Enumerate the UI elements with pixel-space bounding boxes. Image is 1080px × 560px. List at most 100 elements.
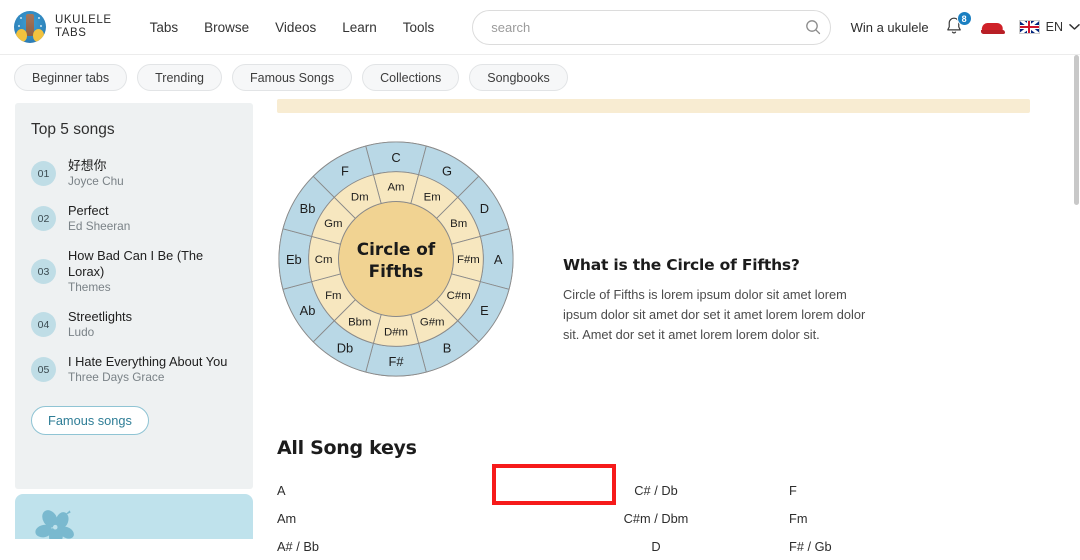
language-selector[interactable]: EN — [1018, 20, 1080, 34]
info-body: Circle of Fifths is lorem ipsum dolor si… — [563, 287, 866, 342]
cof-major-key[interactable]: G — [442, 164, 452, 179]
circle-of-fifths-info: What is the Circle of Fifths? Circle of … — [563, 256, 883, 345]
cof-minor-key[interactable]: Cm — [315, 254, 333, 266]
song-rank: 02 — [31, 206, 56, 231]
list-item[interactable]: 03 How Bad Can I Be (The Lorax) Themes — [15, 241, 253, 302]
notifications-button[interactable]: 8 — [943, 11, 972, 39]
cof-major-key[interactable]: Ab — [300, 303, 316, 318]
key-cell[interactable]: A# / Bb — [277, 539, 529, 554]
cof-center-line-1: Circle of — [357, 239, 436, 259]
scrollbar-thumb[interactable] — [1074, 55, 1079, 205]
key-cell[interactable]: Am — [277, 511, 529, 526]
category-chips: Beginner tabs Trending Famous Songs Coll… — [14, 64, 568, 91]
hibiscus-flower-icon — [35, 510, 74, 539]
site-header: UKULELE TABS Tabs Browse Videos Learn To… — [0, 0, 1080, 55]
search-bar[interactable] — [472, 9, 831, 45]
key-cell[interactable]: F — [783, 483, 1037, 498]
list-item[interactable]: 04 Streetlights Ludo — [15, 302, 253, 347]
promo-banner — [277, 99, 1030, 113]
chevron-down-icon — [1069, 24, 1080, 30]
search-icon[interactable] — [796, 19, 830, 35]
nav-item-videos[interactable]: Videos — [275, 20, 316, 35]
list-item[interactable]: 05 I Hate Everything About You Three Day… — [15, 347, 253, 392]
logo-line-1: UKULELE — [55, 14, 112, 26]
ukulele-logo-icon — [14, 11, 46, 43]
chip-trending[interactable]: Trending — [137, 64, 223, 91]
nav-item-tabs[interactable]: Tabs — [150, 20, 179, 35]
cof-minor-key[interactable]: Bm — [450, 218, 467, 230]
cof-major-key[interactable]: B — [443, 340, 452, 355]
nav-item-browse[interactable]: Browse — [204, 20, 249, 35]
all-song-keys-title: All Song keys — [277, 437, 417, 459]
cof-major-key[interactable]: Bb — [300, 201, 316, 216]
promo-card[interactable] — [15, 494, 253, 539]
song-title: I Hate Everything About You — [68, 354, 228, 369]
cof-minor-key[interactable]: Fm — [325, 290, 341, 302]
song-artist: Ed Sheeran — [68, 219, 131, 233]
cof-major-key[interactable]: A — [494, 252, 503, 267]
circle-of-fifths-diagram: C Am G Em D Bm A F#m E C#m B G#m F# D#m Db Bbm Ab Fm Eb Cm B… — [277, 140, 515, 388]
cof-major-key[interactable]: Db — [337, 340, 353, 355]
song-artist: Three Days Grace — [68, 370, 165, 384]
chip-songbooks[interactable]: Songbooks — [469, 64, 568, 91]
nav-item-tools[interactable]: Tools — [403, 20, 435, 35]
cof-major-key[interactable]: E — [480, 303, 489, 318]
list-item[interactable]: 02 Perfect Ed Sheeran — [15, 196, 253, 241]
key-cell-highlighted[interactable]: C# / Db — [529, 483, 783, 498]
cof-minor-key[interactable]: D#m — [384, 326, 408, 338]
song-rank: 01 — [31, 161, 56, 186]
logo-line-2: TABS — [55, 27, 87, 39]
famous-songs-button[interactable]: Famous songs — [31, 406, 149, 435]
cof-minor-key[interactable]: Am — [387, 182, 404, 194]
page-scrollbar[interactable] — [1073, 55, 1080, 539]
red-sneaker-icon[interactable] — [980, 20, 1005, 34]
uk-flag-icon — [1018, 20, 1040, 34]
cof-center-line-2: Fifths — [369, 261, 424, 281]
cof-major-key[interactable]: C — [391, 150, 400, 165]
key-cell[interactable]: F# / Gb — [783, 539, 1037, 554]
sidebar-top-songs: Top 5 songs 01 好想你 Joyce Chu 02 Perfect … — [15, 103, 253, 489]
song-rank: 03 — [31, 259, 56, 284]
song-rank: 04 — [31, 312, 56, 337]
cof-minor-key[interactable]: F#m — [457, 254, 480, 266]
cof-major-key[interactable]: D — [480, 201, 489, 216]
song-title: Perfect — [68, 203, 109, 218]
table-row: A C# / Db F — [277, 476, 1037, 504]
key-cell[interactable]: C#m / Dbm — [529, 511, 783, 526]
song-artist: Joyce Chu — [68, 174, 124, 188]
header-actions: Win a ukulele 8 EN — [851, 11, 1080, 39]
search-input[interactable] — [473, 19, 796, 35]
main-nav: Tabs Browse Videos Learn Tools — [150, 20, 435, 35]
key-cell[interactable]: Fm — [783, 511, 1037, 526]
chip-collections[interactable]: Collections — [362, 64, 460, 91]
table-row: A# / Bb D F# / Gb — [277, 532, 1037, 560]
cof-minor-key[interactable]: Gm — [324, 218, 342, 230]
cof-major-key[interactable]: F# — [388, 354, 404, 369]
key-cell[interactable]: A — [277, 483, 529, 498]
song-title: 好想你 — [68, 158, 107, 173]
chip-famous-songs[interactable]: Famous Songs — [232, 64, 353, 91]
cof-minor-key[interactable]: Dm — [351, 191, 369, 203]
table-row: Am C#m / Dbm Fm — [277, 504, 1037, 532]
cof-minor-key[interactable]: G#m — [420, 317, 445, 329]
all-song-keys-grid: A C# / Db F Am C#m / Dbm Fm A# / Bb D F#… — [277, 476, 1037, 560]
circle-of-fifths-svg: C Am GEm D Bm A F#m E C#m B G#m F# D#m Db Bbm Ab Fm Eb Cm B… — [278, 141, 514, 377]
notification-badge: 8 — [956, 11, 972, 26]
language-code: EN — [1045, 20, 1063, 34]
cof-major-key[interactable]: Eb — [286, 252, 302, 267]
info-heading: What is the Circle of Fifths? — [563, 256, 800, 274]
win-a-ukulele-link[interactable]: Win a ukulele — [851, 20, 929, 35]
sidebar-title: Top 5 songs — [31, 121, 115, 138]
cof-minor-key[interactable]: Em — [424, 191, 441, 203]
key-cell[interactable]: D — [529, 539, 783, 554]
song-rank: 05 — [31, 357, 56, 382]
list-item[interactable]: 01 好想你 Joyce Chu — [15, 151, 253, 196]
cof-minor-key[interactable]: C#m — [447, 290, 471, 302]
cof-minor-key[interactable]: Bbm — [348, 317, 371, 329]
chip-beginner-tabs[interactable]: Beginner tabs — [14, 64, 128, 91]
nav-item-learn[interactable]: Learn — [342, 20, 377, 35]
logo-text: UKULELE TABS — [55, 14, 112, 40]
logo[interactable]: UKULELE TABS — [14, 11, 112, 43]
cof-major-key[interactable]: F — [341, 164, 349, 179]
song-artist: Ludo — [68, 325, 95, 339]
